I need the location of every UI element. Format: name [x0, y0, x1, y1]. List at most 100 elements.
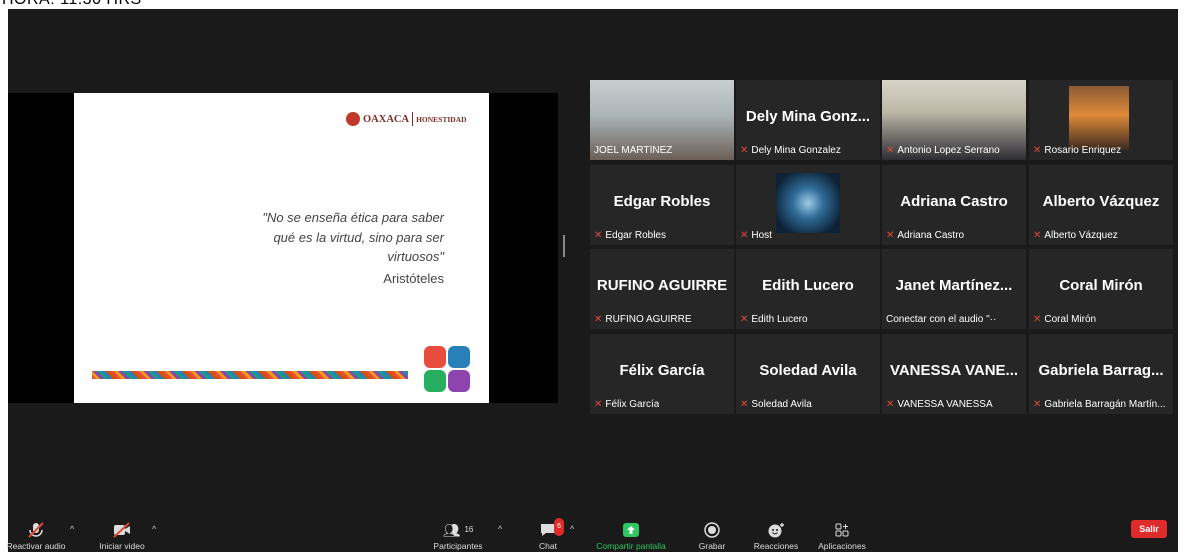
- participant-video: [776, 173, 840, 233]
- chat-button[interactable]: 6 Chat: [532, 518, 564, 552]
- participant-display-name: Gabriela Barrag...: [1038, 362, 1164, 379]
- shared-screen: OAXACA HONESTIDAD "No se enseña ética pa…: [8, 93, 558, 403]
- participant-display-name: Edith Lucero: [762, 277, 854, 294]
- record-icon: [704, 520, 720, 540]
- slide-author: Aristóteles: [383, 271, 444, 286]
- mic-muted-icon: ✕: [886, 145, 895, 156]
- participant-tile[interactable]: Adriana Castro ✕ Adriana Castro: [882, 165, 1026, 245]
- participants-count: 16: [464, 525, 474, 534]
- participant-display-name: Alberto Vázquez: [1042, 193, 1160, 210]
- participant-tile[interactable]: RUFINO AGUIRRE ✕ RUFINO AGUIRRE: [590, 249, 734, 329]
- participant-label: ✕ Coral Mirón: [1033, 314, 1096, 325]
- mic-muted-icon: ✕: [1033, 399, 1042, 410]
- header-clipped-text: HORA: 11:30 HRS: [2, 0, 142, 9]
- participant-label-text: Alberto Vázquez: [1044, 230, 1118, 241]
- participant-label: ✕ Antonio Lopez Serrano: [886, 145, 1000, 156]
- participant-label: Conectar con el audio "··: [886, 314, 996, 325]
- video-button[interactable]: Iniciar video: [92, 520, 152, 552]
- participant-tile[interactable]: Gabriela Barrag... ✕ Gabriela Barragán Mar…: [1029, 334, 1173, 414]
- decorative-band: [92, 371, 408, 379]
- chat-label: Chat: [539, 541, 557, 551]
- participant-label-text: Antonio Lopez Serrano: [897, 145, 1000, 156]
- participant-tile[interactable]: ✕ Rosario Enriquez: [1029, 80, 1173, 160]
- share-screen-icon: [623, 520, 639, 540]
- participant-label-text: VANESSA VANESSA: [897, 399, 993, 410]
- reactions-button[interactable]: Reacciones: [748, 520, 804, 552]
- record-button[interactable]: Grabar: [692, 520, 732, 552]
- oaxaca-logo: OAXACA HONESTIDAD: [346, 109, 467, 129]
- chat-icon: 6: [539, 518, 564, 540]
- presentation-slide: OAXACA HONESTIDAD "No se enseña ética pa…: [74, 93, 489, 403]
- participants-options-caret[interactable]: ^: [498, 524, 502, 534]
- participant-tile[interactable]: Alberto Vázquez ✕ Alberto Vázquez: [1029, 165, 1173, 245]
- participant-label: ✕ RUFINO AGUIRRE: [594, 314, 692, 325]
- quote-line: "No se enseña ética para saber: [262, 210, 444, 225]
- mic-muted-icon: ✕: [886, 399, 895, 410]
- participant-label: ✕ Host: [740, 230, 772, 241]
- participant-label-text: Rosario Enriquez: [1044, 145, 1122, 156]
- participant-display-name: Janet Martínez...: [895, 277, 1013, 294]
- mic-muted-icon: ✕: [740, 145, 749, 156]
- video-options-caret[interactable]: ^: [152, 524, 156, 534]
- participant-tile[interactable]: Dely Mina Gonz... ✕ Dely Mina Gonzalez: [736, 80, 880, 160]
- participant-label-text: Edgar Robles: [605, 230, 666, 241]
- logo-brand: OAXACA: [363, 113, 410, 125]
- participant-label: ✕ Edith Lucero: [740, 314, 808, 325]
- participant-label-text: Edith Lucero: [751, 314, 808, 325]
- logo-honestidad: HONESTIDAD: [416, 114, 467, 124]
- participant-label: ✕ Edgar Robles: [594, 230, 666, 241]
- share-screen-label: Compartir pantalla: [596, 541, 666, 551]
- participant-label: ✕ Dely Mina Gonzalez: [740, 145, 841, 156]
- participant-display-name: Adriana Castro: [900, 193, 1008, 210]
- participant-display-name: Soledad Avila: [759, 362, 857, 379]
- mic-muted-icon: ✕: [1033, 230, 1042, 241]
- participant-tile[interactable]: Coral Mirón ✕ Coral Mirón: [1029, 249, 1173, 329]
- participant-label: ✕ Gabriela Barragán Martín...: [1033, 399, 1166, 410]
- participant-tile[interactable]: JOEL MARTÍNEZ: [590, 80, 734, 160]
- participant-label: ✕ Soledad Avila: [740, 399, 812, 410]
- participant-label-text: Adriana Castro: [897, 230, 965, 241]
- quote-line: virtuosos": [387, 249, 444, 264]
- participant-tile[interactable]: Soledad Avila ✕ Soledad Avila: [736, 334, 880, 414]
- participant-label-text: Dely Mina Gonzalez: [751, 145, 841, 156]
- audio-button[interactable]: Reactivar audio: [6, 520, 66, 552]
- participant-tile[interactable]: Edgar Robles ✕ Edgar Robles: [590, 165, 734, 245]
- share-screen-button[interactable]: Compartir pantalla: [588, 520, 674, 552]
- participant-display-name: Félix García: [619, 362, 705, 379]
- participants-button[interactable]: 👥︎ 16 Participantes: [426, 520, 490, 552]
- chat-badge: 6: [554, 518, 564, 536]
- participant-label-text: Host: [751, 230, 772, 241]
- participant-tile[interactable]: ✕ Antonio Lopez Serrano: [882, 80, 1026, 160]
- participant-label: ✕ Alberto Vázquez: [1033, 230, 1118, 241]
- participant-label-text: Félix García: [605, 399, 660, 410]
- participant-tile[interactable]: ✕ Host: [736, 165, 880, 245]
- reaction-icon: [767, 520, 785, 540]
- participant-display-name: VANESSA VANE...: [889, 362, 1019, 379]
- record-label: Grabar: [698, 541, 726, 551]
- video-off-icon: [112, 520, 132, 540]
- apps-button[interactable]: Aplicaciones: [812, 520, 872, 552]
- participant-display-name: RUFINO AGUIRRE: [596, 277, 728, 294]
- audio-options-caret[interactable]: ^: [70, 524, 74, 534]
- participant-label: JOEL MARTÍNEZ: [594, 145, 672, 156]
- participant-label-text: Coral Mirón: [1044, 314, 1097, 325]
- splitter-handle[interactable]: [563, 235, 565, 257]
- participant-tile[interactable]: Félix García ✕ Félix García: [590, 334, 734, 414]
- mic-muted-icon: ✕: [594, 399, 603, 410]
- mic-muted-icon: ✕: [1033, 145, 1042, 156]
- participant-tile[interactable]: Janet Martínez... Conectar con el audio "…: [882, 249, 1026, 329]
- participant-label-text: Soledad Avila: [751, 399, 812, 410]
- participant-label-text: Gabriela Barragán Martín...: [1044, 399, 1166, 410]
- apps-label: Aplicaciones: [818, 541, 866, 551]
- participant-display-name: Edgar Robles: [613, 193, 711, 210]
- participant-label-text: JOEL MARTÍNEZ: [594, 145, 673, 156]
- participant-tile[interactable]: Edith Lucero ✕ Edith Lucero: [736, 249, 880, 329]
- leave-button[interactable]: Salir: [1131, 520, 1167, 538]
- mic-muted-icon: ✕: [1033, 314, 1042, 325]
- chat-options-caret[interactable]: ^: [570, 524, 574, 534]
- participant-tile[interactable]: VANESSA VANE... ✕ VANESSA VANESSA: [882, 334, 1026, 414]
- emblem-icon: [424, 346, 470, 392]
- quote-line: qué es la virtud, sino para ser: [273, 229, 444, 245]
- video-label: Iniciar video: [99, 541, 145, 551]
- mic-muted-icon: [27, 520, 45, 540]
